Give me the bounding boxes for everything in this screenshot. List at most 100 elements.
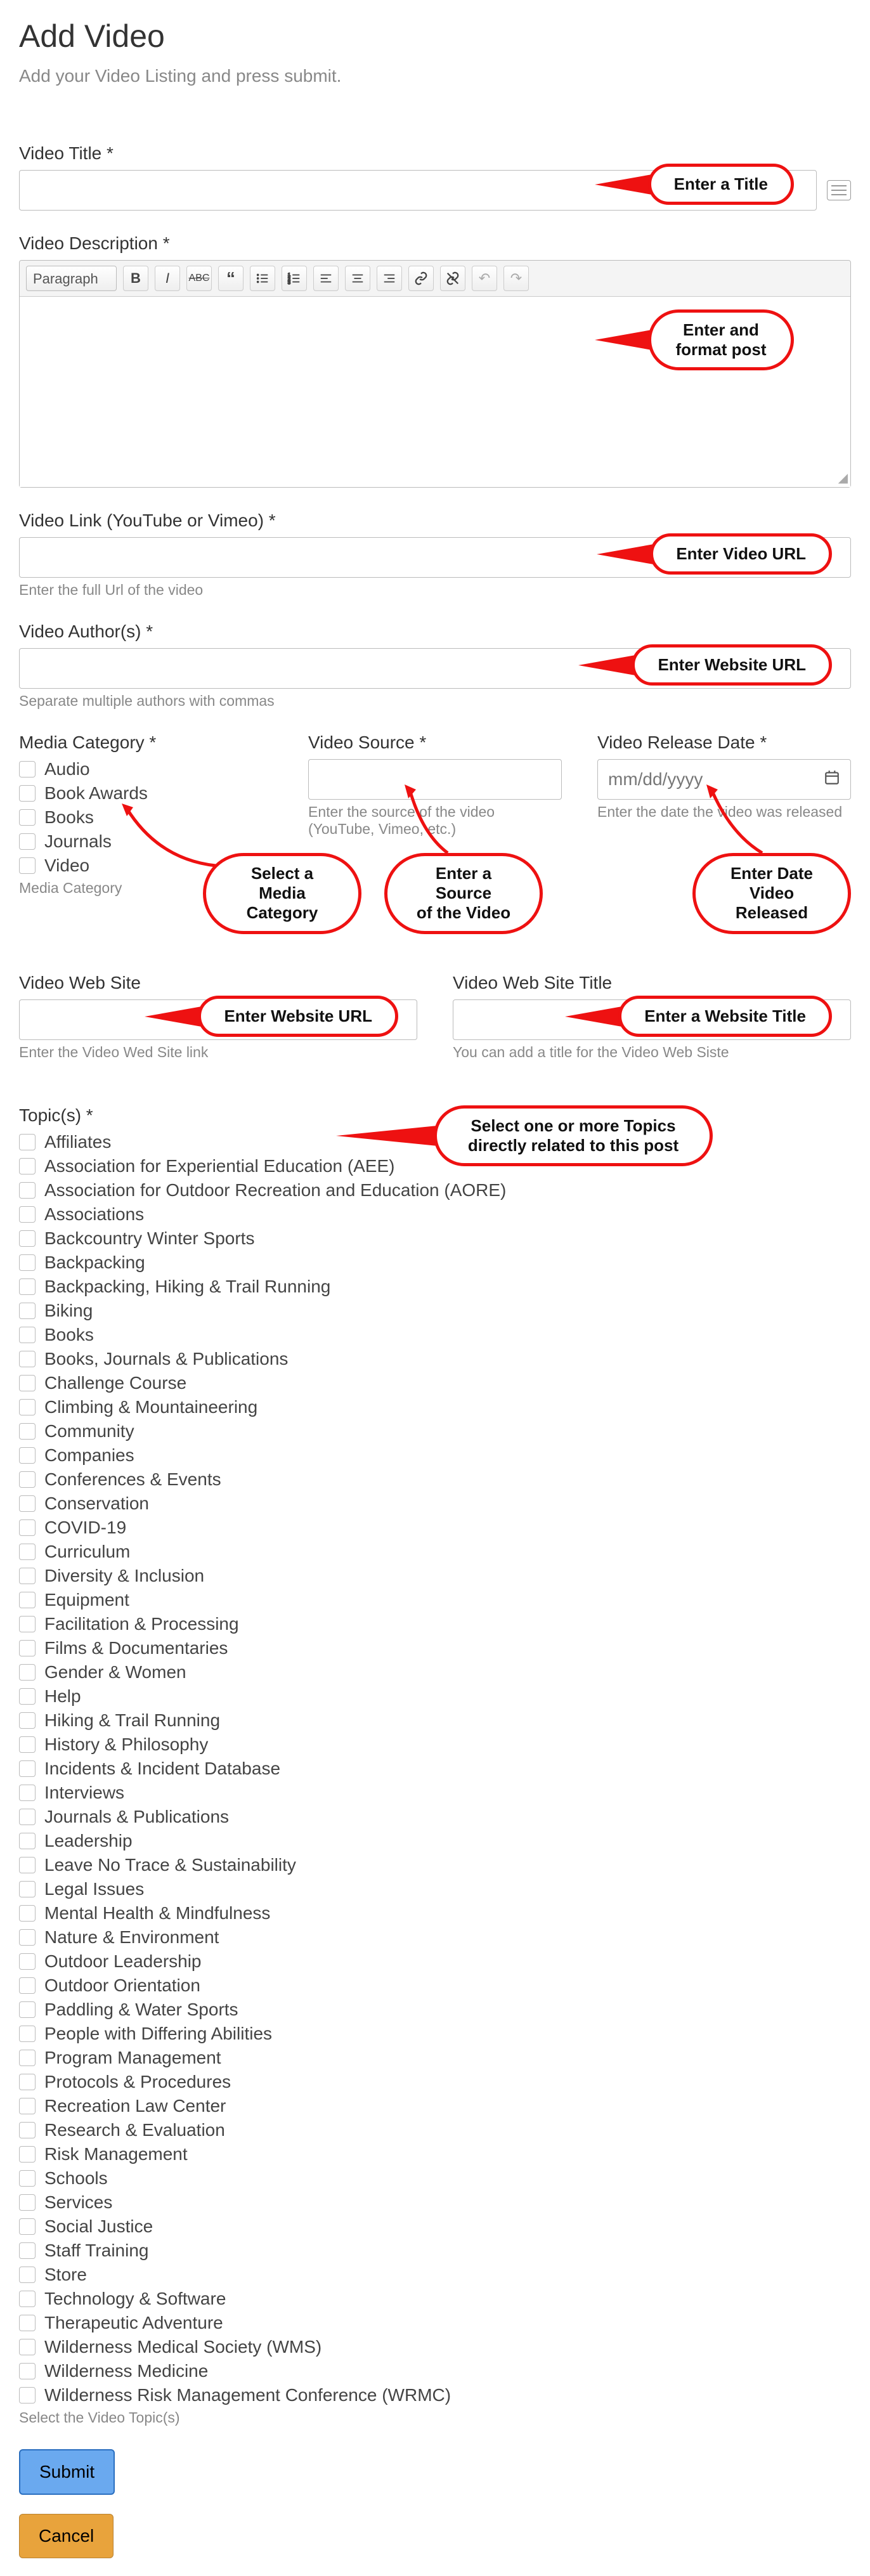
checkbox-icon[interactable] bbox=[19, 1158, 36, 1174]
topic-option[interactable]: Wilderness Medical Society (WMS) bbox=[19, 2337, 851, 2357]
bullet-list-button[interactable] bbox=[250, 266, 275, 291]
undo-button[interactable]: ↶ bbox=[472, 266, 497, 291]
checkbox-icon[interactable] bbox=[19, 1664, 36, 1681]
topic-option[interactable]: Program Management bbox=[19, 2048, 851, 2068]
checkbox-icon[interactable] bbox=[19, 1881, 36, 1897]
topic-option[interactable]: Schools bbox=[19, 2168, 851, 2189]
topic-option[interactable]: Outdoor Leadership bbox=[19, 1951, 851, 1972]
checkbox-icon[interactable] bbox=[19, 1616, 36, 1632]
checkbox-icon[interactable] bbox=[19, 2267, 36, 2283]
topic-option[interactable]: Services bbox=[19, 2192, 851, 2213]
checkbox-icon[interactable] bbox=[19, 1303, 36, 1319]
checkbox-icon[interactable] bbox=[19, 785, 36, 802]
video-link-input[interactable] bbox=[19, 537, 851, 578]
topic-option[interactable]: Climbing & Mountaineering bbox=[19, 1397, 851, 1417]
topic-option[interactable]: Outdoor Orientation bbox=[19, 1975, 851, 1996]
checkbox-icon[interactable] bbox=[19, 2050, 36, 2066]
topic-option[interactable]: Technology & Software bbox=[19, 2289, 851, 2309]
topic-option[interactable]: Community bbox=[19, 1421, 851, 1441]
topic-option[interactable]: Backpacking bbox=[19, 1252, 851, 1273]
topic-option[interactable]: History & Philosophy bbox=[19, 1734, 851, 1755]
topic-option[interactable]: Leave No Trace & Sustainability bbox=[19, 1855, 851, 1875]
checkbox-icon[interactable] bbox=[19, 1375, 36, 1391]
topic-option[interactable]: People with Differing Abilities bbox=[19, 2024, 851, 2044]
checkbox-icon[interactable] bbox=[19, 1134, 36, 1150]
checkbox-icon[interactable] bbox=[19, 1230, 36, 1247]
topic-option[interactable]: Interviews bbox=[19, 1783, 851, 1803]
checkbox-icon[interactable] bbox=[19, 1785, 36, 1801]
contact-card-icon[interactable] bbox=[827, 180, 851, 200]
checkbox-icon[interactable] bbox=[19, 1760, 36, 1777]
checkbox-icon[interactable] bbox=[19, 809, 36, 826]
checkbox-icon[interactable] bbox=[19, 2218, 36, 2235]
topic-option[interactable]: Paddling & Water Sports bbox=[19, 2000, 851, 2020]
checkbox-icon[interactable] bbox=[19, 2170, 36, 2187]
checkbox-icon[interactable] bbox=[19, 2122, 36, 2138]
topic-option[interactable]: Social Justice bbox=[19, 2216, 851, 2237]
align-center-button[interactable] bbox=[345, 266, 370, 291]
checkbox-icon[interactable] bbox=[19, 1592, 36, 1608]
align-left-button[interactable] bbox=[313, 266, 339, 291]
format-select[interactable]: Paragraph bbox=[26, 266, 117, 291]
topic-option[interactable]: Journals & Publications bbox=[19, 1807, 851, 1827]
checkbox-icon[interactable] bbox=[19, 2315, 36, 2331]
topic-option[interactable]: Equipment bbox=[19, 1590, 851, 1610]
checkbox-icon[interactable] bbox=[19, 1833, 36, 1849]
checkbox-icon[interactable] bbox=[19, 2363, 36, 2379]
topic-option[interactable]: Associations bbox=[19, 1204, 851, 1225]
italic-button[interactable]: I bbox=[155, 266, 180, 291]
checkbox-icon[interactable] bbox=[19, 1495, 36, 1512]
topic-option[interactable]: Gender & Women bbox=[19, 1662, 851, 1682]
topic-option[interactable]: Risk Management bbox=[19, 2144, 851, 2164]
topic-option[interactable]: Incidents & Incident Database bbox=[19, 1759, 851, 1779]
checkbox-icon[interactable] bbox=[19, 1182, 36, 1199]
checkbox-icon[interactable] bbox=[19, 1519, 36, 1536]
submit-button[interactable]: Submit bbox=[19, 2449, 115, 2495]
topic-option[interactable]: Association for Outdoor Recreation and E… bbox=[19, 1180, 851, 1200]
topic-option[interactable]: Recreation Law Center bbox=[19, 2096, 851, 2116]
calendar-icon[interactable] bbox=[824, 769, 840, 790]
checkbox-icon[interactable] bbox=[19, 2098, 36, 2114]
checkbox-icon[interactable] bbox=[19, 1544, 36, 1560]
topic-option[interactable]: Leadership bbox=[19, 1831, 851, 1851]
checkbox-icon[interactable] bbox=[19, 1977, 36, 1994]
checkbox-icon[interactable] bbox=[19, 1688, 36, 1705]
topic-option[interactable]: Diversity & Inclusion bbox=[19, 1566, 851, 1586]
checkbox-icon[interactable] bbox=[19, 1953, 36, 1970]
video-title-input[interactable] bbox=[19, 170, 817, 211]
redo-button[interactable]: ↷ bbox=[503, 266, 529, 291]
topic-option[interactable]: Wilderness Medicine bbox=[19, 2361, 851, 2381]
checkbox-icon[interactable] bbox=[19, 1857, 36, 1873]
topic-option[interactable]: Conferences & Events bbox=[19, 1469, 851, 1490]
topic-option[interactable]: COVID-19 bbox=[19, 1518, 851, 1538]
checkbox-icon[interactable] bbox=[19, 833, 36, 850]
number-list-button[interactable]: 123 bbox=[282, 266, 307, 291]
topic-option[interactable]: Mental Health & Mindfulness bbox=[19, 1903, 851, 1923]
checkbox-icon[interactable] bbox=[19, 2146, 36, 2163]
cancel-button[interactable]: Cancel bbox=[19, 2514, 114, 2558]
topic-option[interactable]: Books, Journals & Publications bbox=[19, 1349, 851, 1369]
topic-option[interactable]: Staff Training bbox=[19, 2241, 851, 2261]
checkbox-icon[interactable] bbox=[19, 1568, 36, 1584]
topic-option[interactable]: Affiliates bbox=[19, 1132, 851, 1152]
bold-button[interactable]: B bbox=[123, 266, 148, 291]
checkbox-icon[interactable] bbox=[19, 1399, 36, 1415]
checkbox-icon[interactable] bbox=[19, 2339, 36, 2355]
quote-button[interactable]: “ bbox=[218, 266, 243, 291]
checkbox-icon[interactable] bbox=[19, 1640, 36, 1656]
topic-option[interactable]: Legal Issues bbox=[19, 1879, 851, 1899]
checkbox-icon[interactable] bbox=[19, 761, 36, 777]
checkbox-icon[interactable] bbox=[19, 1447, 36, 1464]
checkbox-icon[interactable] bbox=[19, 1712, 36, 1729]
link-button[interactable] bbox=[408, 266, 434, 291]
topic-option[interactable]: Store bbox=[19, 2265, 851, 2285]
topic-option[interactable]: Curriculum bbox=[19, 1542, 851, 1562]
topic-option[interactable]: Protocols & Procedures bbox=[19, 2072, 851, 2092]
checkbox-icon[interactable] bbox=[19, 1327, 36, 1343]
checkbox-icon[interactable] bbox=[19, 2291, 36, 2307]
topic-option[interactable]: Help bbox=[19, 1686, 851, 1707]
resize-handle-icon[interactable]: ◢ bbox=[838, 470, 848, 486]
topic-option[interactable]: Books bbox=[19, 1325, 851, 1345]
unlink-button[interactable] bbox=[440, 266, 465, 291]
topic-option[interactable]: Therapeutic Adventure bbox=[19, 2313, 851, 2333]
